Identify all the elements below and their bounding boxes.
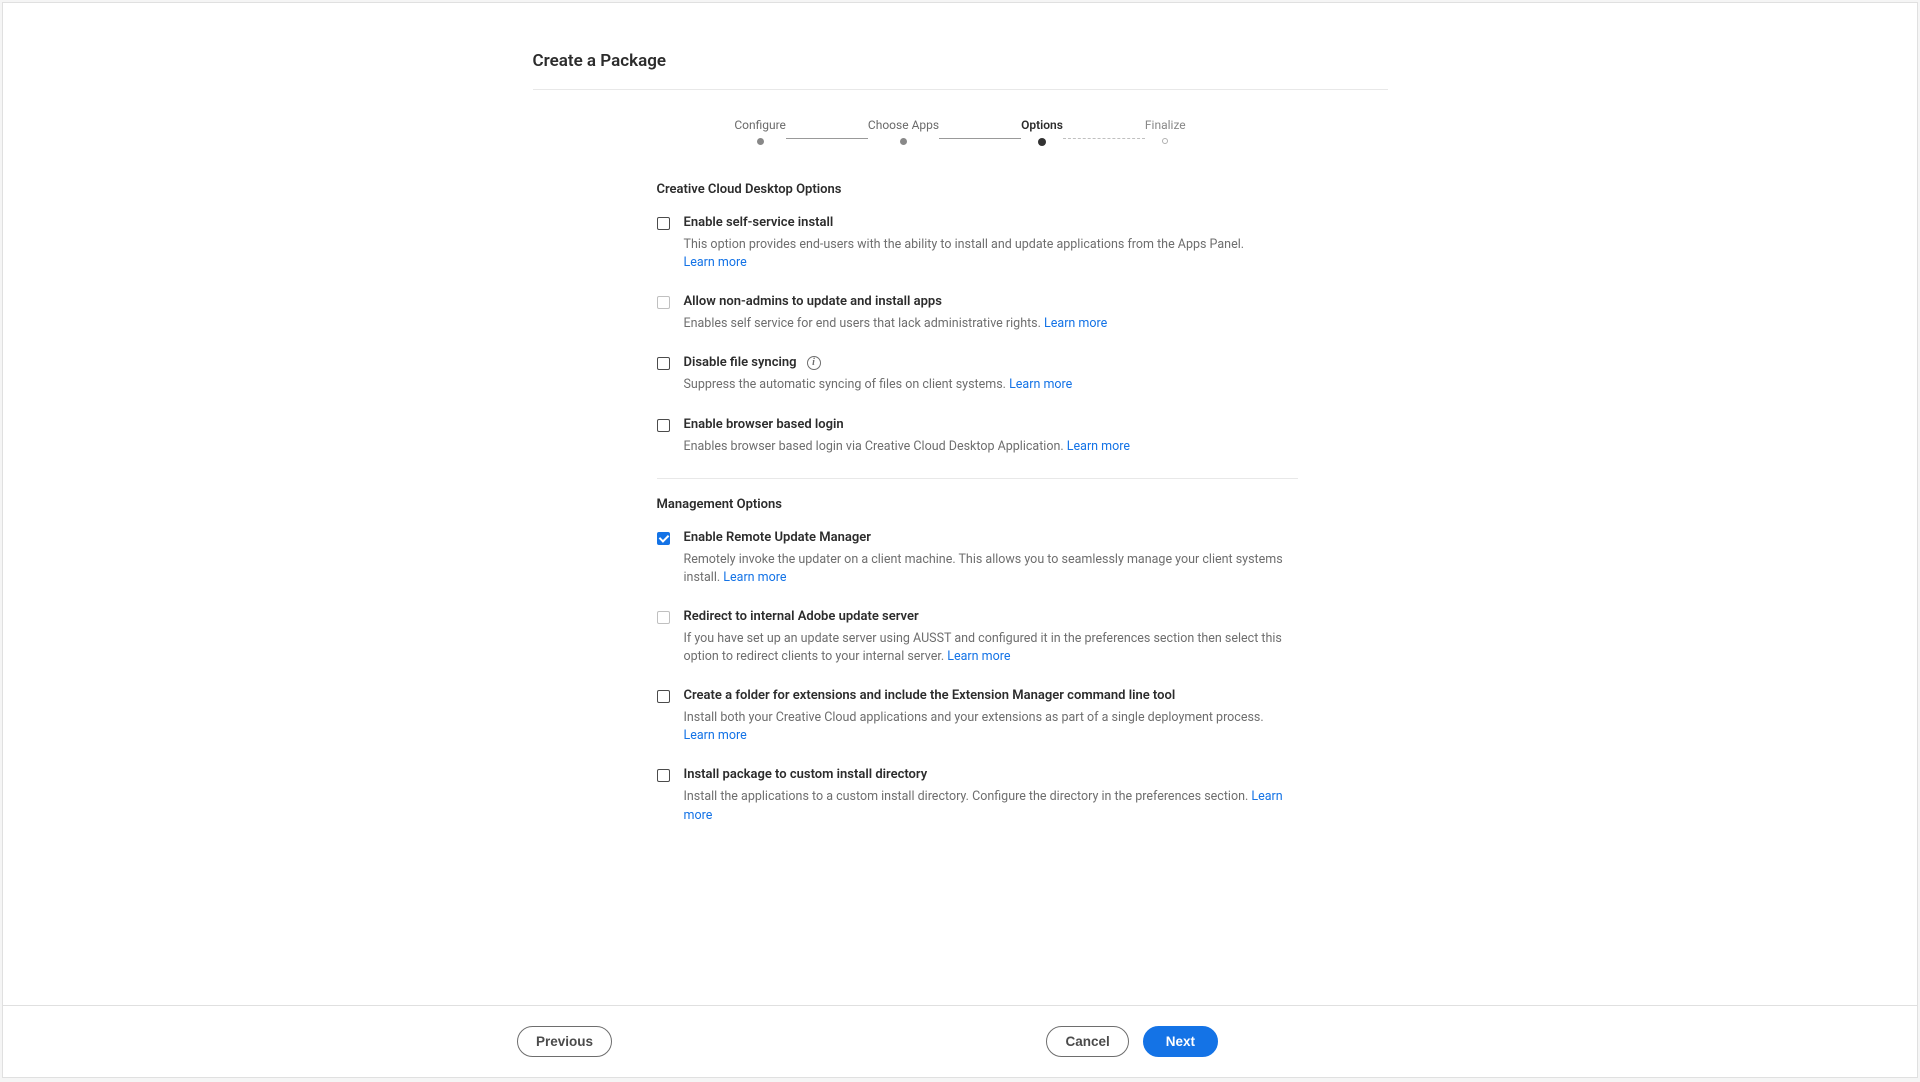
option-body: Redirect to internal Adobe update server…	[684, 609, 1298, 666]
step-label: Configure	[734, 118, 786, 132]
ext-folder-checkbox[interactable]	[657, 690, 670, 703]
option-body: Create a folder for extensions and inclu…	[684, 688, 1298, 745]
footer-right-group: Cancel Next	[1046, 1026, 1218, 1057]
step-dot-icon	[1038, 138, 1046, 146]
option-desc: If you have set up an update server usin…	[684, 630, 1298, 666]
step-connector	[1063, 138, 1145, 139]
step-label: Options	[1021, 118, 1063, 132]
desc-text: Enables self service for end users that …	[684, 316, 1041, 331]
learn-more-link[interactable]: Learn more	[723, 570, 786, 585]
stepper: Configure Choose Apps Options Finalize	[533, 118, 1388, 146]
option-body: Enable browser based login Enables brows…	[684, 417, 1298, 456]
option-body: Disable file syncing i Suppress the auto…	[684, 355, 1298, 394]
step-connector	[786, 138, 868, 139]
option-label: Disable file syncing i	[684, 355, 1298, 370]
option-label: Install package to custom install direct…	[684, 767, 1298, 782]
step-label: Finalize	[1145, 118, 1186, 132]
desc-text: Install the applications to a custom ins…	[684, 789, 1249, 804]
cancel-button[interactable]: Cancel	[1046, 1026, 1128, 1057]
cc-desktop-section-title: Creative Cloud Desktop Options	[657, 182, 1298, 197]
step-dot-icon	[900, 138, 907, 145]
option-label: Allow non-admins to update and install a…	[684, 294, 1298, 309]
desc-text: This option provides end-users with the …	[684, 237, 1245, 252]
option-label: Enable self-service install	[684, 215, 1298, 230]
option-ext-folder: Create a folder for extensions and inclu…	[657, 688, 1298, 745]
option-desc: Enables browser based login via Creative…	[684, 438, 1298, 456]
step-dot-icon	[1162, 138, 1168, 144]
desc-text: Enables browser based login via Creative…	[684, 439, 1064, 454]
desc-text: Install both your Creative Cloud applica…	[684, 710, 1264, 725]
option-desc: Remotely invoke the updater on a client …	[684, 551, 1298, 587]
learn-more-link[interactable]: Learn more	[1067, 439, 1130, 454]
option-custom-dir: Install package to custom install direct…	[657, 767, 1298, 824]
option-non-admins: Allow non-admins to update and install a…	[657, 294, 1298, 333]
previous-button[interactable]: Previous	[517, 1026, 612, 1057]
learn-more-link[interactable]: Learn more	[947, 649, 1010, 664]
option-label: Enable Remote Update Manager	[684, 530, 1298, 545]
cc-desktop-section: Creative Cloud Desktop Options Enable se…	[657, 164, 1298, 825]
option-browser-login: Enable browser based login Enables brows…	[657, 417, 1298, 456]
next-button[interactable]: Next	[1143, 1026, 1218, 1057]
step-options[interactable]: Options	[1021, 118, 1063, 146]
step-label: Choose Apps	[868, 118, 939, 132]
self-service-checkbox[interactable]	[657, 217, 670, 230]
footer-inner: Previous Cancel Next	[363, 1026, 1218, 1057]
option-disable-sync: Disable file syncing i Suppress the auto…	[657, 355, 1298, 394]
step-choose-apps[interactable]: Choose Apps	[868, 118, 939, 145]
custom-dir-checkbox[interactable]	[657, 769, 670, 782]
option-desc: This option provides end-users with the …	[684, 236, 1298, 272]
option-body: Install package to custom install direct…	[684, 767, 1298, 824]
redirect-checkbox[interactable]	[657, 611, 670, 624]
option-desc: Suppress the automatic syncing of files …	[684, 376, 1298, 394]
learn-more-link[interactable]: Learn more	[684, 728, 747, 743]
option-body: Allow non-admins to update and install a…	[684, 294, 1298, 333]
option-desc: Install the applications to a custom ins…	[684, 788, 1298, 824]
step-dot-icon	[757, 138, 764, 145]
option-desc: Enables self service for end users that …	[684, 315, 1298, 333]
browser-login-checkbox[interactable]	[657, 419, 670, 432]
option-self-service: Enable self-service install This option …	[657, 215, 1298, 272]
page-title: Create a Package	[533, 51, 1388, 90]
step-connector	[939, 138, 1021, 139]
rum-checkbox[interactable]	[657, 532, 670, 545]
option-desc: Install both your Creative Cloud applica…	[684, 709, 1298, 745]
disable-sync-checkbox[interactable]	[657, 357, 670, 370]
footer-bar: Previous Cancel Next	[3, 1005, 1917, 1077]
step-configure[interactable]: Configure	[734, 118, 786, 145]
option-label: Create a folder for extensions and inclu…	[684, 688, 1298, 703]
content-wrapper: Create a Package Configure Choose Apps O…	[533, 3, 1388, 825]
option-rum: Enable Remote Update Manager Remotely in…	[657, 530, 1298, 587]
management-section-title: Management Options	[657, 497, 1298, 512]
dialog-container: Create a Package Configure Choose Apps O…	[2, 2, 1918, 1078]
non-admins-checkbox[interactable]	[657, 296, 670, 309]
step-finalize[interactable]: Finalize	[1145, 118, 1186, 144]
label-text: Disable file syncing	[684, 355, 797, 370]
info-icon[interactable]: i	[807, 356, 821, 370]
option-label: Redirect to internal Adobe update server	[684, 609, 1298, 624]
section-divider	[657, 478, 1298, 479]
desc-text: Suppress the automatic syncing of files …	[684, 377, 1006, 392]
option-body: Enable self-service install This option …	[684, 215, 1298, 272]
learn-more-link[interactable]: Learn more	[684, 255, 747, 270]
learn-more-link[interactable]: Learn more	[1044, 316, 1107, 331]
learn-more-link[interactable]: Learn more	[1009, 377, 1072, 392]
option-label: Enable browser based login	[684, 417, 1298, 432]
option-body: Enable Remote Update Manager Remotely in…	[684, 530, 1298, 587]
option-redirect: Redirect to internal Adobe update server…	[657, 609, 1298, 666]
